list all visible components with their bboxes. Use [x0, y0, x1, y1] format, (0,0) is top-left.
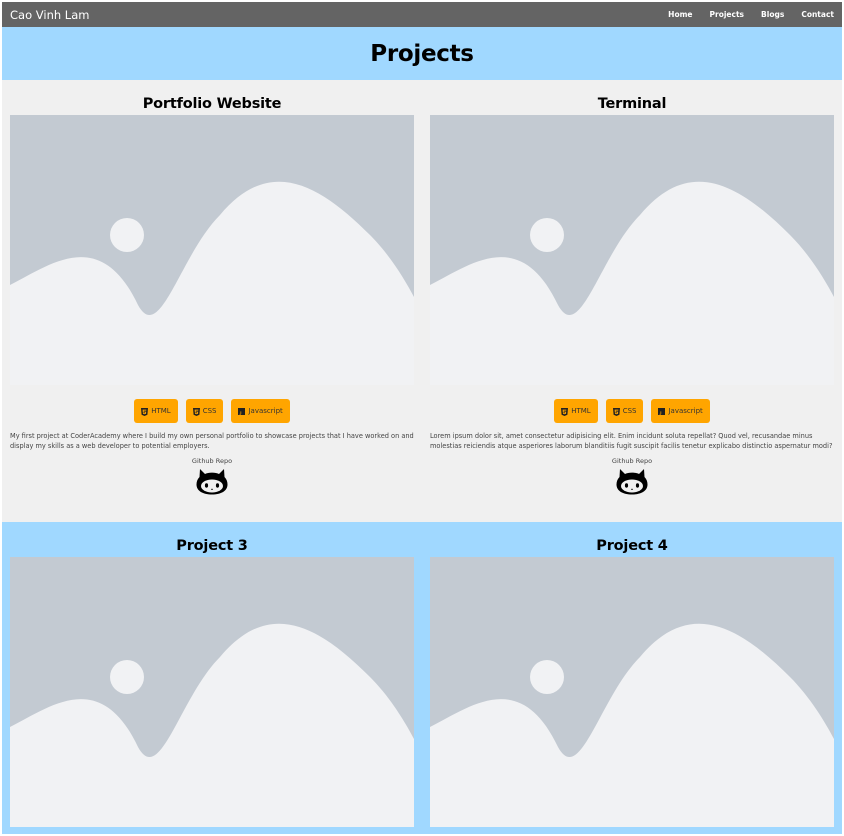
nav-links: Home Projects Blogs Contact [651, 10, 834, 19]
tech-badge-javascript[interactable]: Javascript [231, 399, 290, 423]
project-card-terminal: Terminal HTML CSS Javascript Lorem ipsum… [430, 80, 834, 522]
page-title: Projects [370, 40, 474, 67]
tech-badge-javascript[interactable]: Javascript [651, 399, 710, 423]
page: Cao Vinh Lam Home Projects Blogs Contact… [2, 2, 842, 834]
repo-label: Github Repo [611, 457, 653, 465]
tech-badge-css[interactable]: CSS [185, 399, 224, 423]
github-octocat-icon[interactable] [196, 467, 228, 495]
tech-label: CSS [202, 407, 217, 415]
tech-badge-html[interactable]: HTML [554, 399, 598, 423]
image-placeholder-icon [10, 557, 414, 827]
javascript-icon [658, 407, 666, 415]
image-placeholder-icon [430, 557, 834, 827]
project-description: My first project at CoderAcademy where I… [10, 432, 414, 450]
tech-list: HTML CSS Javascript [134, 399, 290, 423]
tech-label: CSS [622, 407, 637, 415]
css3-icon [192, 407, 200, 416]
html5-icon [561, 407, 569, 416]
nav-link-contact[interactable]: Contact [801, 10, 834, 19]
html5-icon [141, 407, 149, 416]
repo-label: Github Repo [191, 457, 233, 465]
github-octocat-icon[interactable] [616, 467, 648, 495]
navbar: Cao Vinh Lam Home Projects Blogs Contact [2, 2, 842, 27]
tech-badge-css[interactable]: CSS [605, 399, 644, 423]
tech-list: HTML CSS Javascript [554, 399, 710, 423]
css3-icon [612, 407, 620, 416]
tech-label: Javascript [248, 407, 283, 415]
page-header: Projects [2, 27, 842, 80]
nav-link-projects[interactable]: Projects [710, 10, 745, 19]
javascript-icon [238, 407, 246, 415]
nav-link-blogs[interactable]: Blogs [761, 10, 784, 19]
project-card-3: Project 3 [10, 522, 414, 834]
tech-label: Javascript [668, 407, 703, 415]
project-card-portfolio: Portfolio Website HTML CSS Javascript My… [10, 80, 414, 522]
project-title: Terminal [597, 96, 667, 112]
image-placeholder-icon [10, 115, 414, 385]
tech-label: HTML [151, 407, 171, 415]
projects-row-2: Project 3 Project 4 [2, 522, 842, 834]
image-placeholder-icon [430, 115, 834, 385]
project-description: Lorem ipsum dolor sit, amet consectetur … [430, 432, 833, 450]
project-title: Project 4 [596, 538, 668, 554]
project-title: Portfolio Website [142, 96, 282, 112]
project-card-4: Project 4 [430, 522, 834, 834]
projects-row-1: Portfolio Website HTML CSS Javascript My… [2, 80, 842, 522]
tech-label: HTML [571, 407, 591, 415]
site-brand[interactable]: Cao Vinh Lam [10, 8, 89, 22]
nav-link-home[interactable]: Home [668, 10, 692, 19]
tech-badge-html[interactable]: HTML [134, 399, 178, 423]
project-title: Project 3 [176, 538, 248, 554]
